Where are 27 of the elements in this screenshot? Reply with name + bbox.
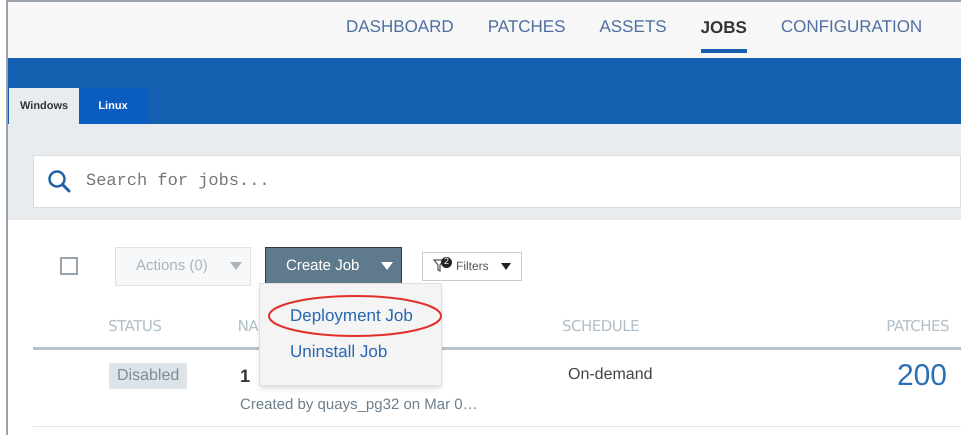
- filter-count-badge: 2: [441, 256, 452, 268]
- nav-tab[interactable]: JOBS: [700, 7, 747, 53]
- patch-count[interactable]: 200: [896, 361, 947, 391]
- caret-icon: [500, 262, 511, 270]
- filters-button[interactable]: 2 Filters: [422, 252, 522, 280]
- nav-tab[interactable]: PATCHES: [488, 2, 566, 52]
- job-name[interactable]: 1: [240, 363, 250, 390]
- column-header: PATCHES: [886, 316, 950, 338]
- column-header: SCHEDULE: [562, 317, 640, 336]
- status-badge: Disabled: [109, 363, 188, 389]
- schedule-text: On-demand: [568, 366, 652, 383]
- create-job-button[interactable]: Create Job: [265, 246, 402, 286]
- search-icon: [47, 169, 71, 193]
- nav-tab[interactable]: CONFIGURATION: [780, 2, 922, 52]
- select-all-checkbox[interactable]: [60, 257, 78, 275]
- caret-icon: [381, 262, 393, 270]
- created-by-text: Created by quays_pg32 on Mar 0…: [240, 395, 478, 415]
- column-header: STATUS: [108, 317, 162, 336]
- search-field[interactable]: Search for jobs...: [33, 155, 961, 208]
- os-tab[interactable]: Windows: [9, 88, 79, 124]
- caret-icon: [230, 262, 242, 270]
- column-header: NA: [238, 317, 258, 336]
- filters-label: Filters: [456, 258, 489, 275]
- os-tab[interactable]: Linux: [79, 88, 147, 124]
- nav-tab[interactable]: DASHBOARD: [346, 2, 454, 52]
- menu-item[interactable]: Uninstall Job: [290, 339, 388, 365]
- nav-tab[interactable]: ASSETS: [599, 2, 667, 52]
